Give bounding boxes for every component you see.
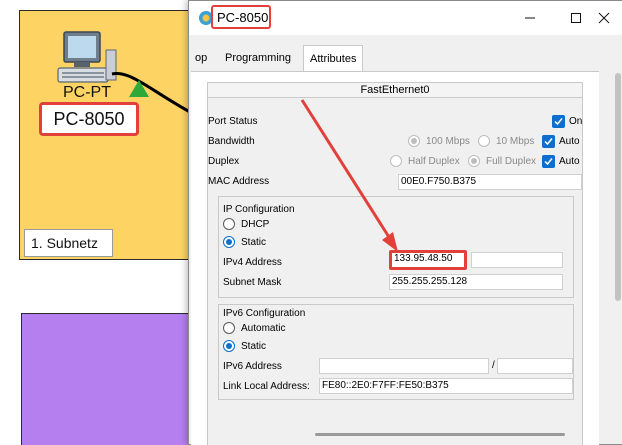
ipv6-config-title: IPv6 Configuration (223, 308, 306, 319)
ipv6-prefix-separator: / (492, 360, 495, 371)
tab-attributes[interactable]: Attributes (303, 45, 364, 71)
bandwidth-100-label: 100 Mbps (426, 136, 470, 147)
bandwidth-auto-checkbox[interactable] (542, 135, 555, 148)
horizontal-scrollbar[interactable] (315, 433, 565, 436)
duplex-label: Duplex (208, 156, 240, 167)
checkmark-icon (544, 158, 553, 166)
link-local-address-label: Link Local Address: (223, 381, 310, 392)
ipv6-static-radio[interactable] (223, 340, 235, 352)
config-panel: FastEthernet0 Port Status On Bandwidth 1… (191, 71, 599, 445)
port-status-label: Port Status (208, 116, 258, 127)
close-button[interactable] (581, 1, 622, 35)
title-bar[interactable]: PC-8050 (189, 1, 622, 35)
device-name-label[interactable]: PC-8050 (39, 102, 139, 136)
duplex-auto-checkbox[interactable] (542, 155, 555, 168)
static-radio[interactable] (223, 236, 235, 248)
mac-address-field[interactable]: 00E0.F750.B375 (398, 174, 582, 190)
ipv4-address-field[interactable]: 133.95.48.50 (389, 250, 467, 270)
bandwidth-10-label: 10 Mbps (496, 136, 535, 147)
static-label: Static (241, 237, 267, 248)
checkmark-icon (544, 138, 553, 146)
ipv6-automatic-label: Automatic (241, 323, 286, 334)
port-status-on-label: On (569, 116, 583, 127)
vertical-scrollbar[interactable] (615, 73, 621, 301)
bandwidth-100-radio[interactable] (408, 135, 420, 147)
device-config-window: PC-8050 op Programming Attributes FastEt… (188, 0, 622, 445)
bandwidth-10-radio[interactable] (478, 135, 490, 147)
subnet-mask-field[interactable]: 255.255.255.128 (389, 274, 563, 290)
ipv6-address-field[interactable] (319, 358, 489, 374)
link-local-address-field[interactable]: FE80::2E0:F7FF:FE50:B375 (319, 378, 573, 394)
interface-header: FastEthernet0 (207, 82, 583, 98)
subnet-label: 1. Subnetz (24, 229, 113, 257)
half-duplex-radio[interactable] (390, 155, 402, 167)
dhcp-radio[interactable] (223, 218, 235, 230)
port-status-checkbox[interactable] (552, 115, 565, 128)
ipv6-prefix-field[interactable] (497, 358, 573, 374)
ipv6-automatic-radio[interactable] (223, 322, 235, 334)
ipv6-configuration-group: IPv6 Configuration Automatic Static IPv6… (218, 304, 574, 400)
tab-programming[interactable]: Programming (219, 45, 297, 71)
tab-bar: op Programming Attributes (189, 41, 622, 71)
half-duplex-label: Half Duplex (408, 156, 460, 167)
bandwidth-label: Bandwidth (208, 136, 255, 147)
device-type-label: PC-PT (63, 84, 111, 101)
subnet-area-2 (21, 313, 201, 445)
close-icon (598, 12, 610, 24)
subnet-mask-label: Subnet Mask (223, 277, 282, 288)
full-duplex-label: Full Duplex (486, 156, 537, 167)
checkmark-icon (554, 118, 563, 126)
screen: PC-PT PC-8050 1. Subnetz PC-8050 op Prog… (0, 0, 622, 445)
tab-desktop[interactable]: op (189, 45, 213, 71)
bandwidth-auto-label: Auto (559, 136, 580, 147)
duplex-auto-label: Auto (559, 156, 580, 167)
ipv4-address-label: IPv4 Address (223, 257, 282, 268)
ip-configuration-group: IP Configuration DHCP Static IPv4 Addres… (218, 196, 574, 298)
dhcp-label: DHCP (241, 219, 270, 230)
ipv6-static-label: Static (241, 341, 267, 352)
link-status-indicator (129, 80, 149, 97)
minimize-icon (525, 17, 535, 19)
interface-settings: Port Status On Bandwidth 100 Mbps 10 Mbp… (207, 98, 583, 445)
full-duplex-radio[interactable] (468, 155, 480, 167)
ip-config-title: IP Configuration (223, 204, 295, 215)
ipv6-address-label: IPv6 Address (223, 361, 282, 372)
ipv4-address-field-extension (471, 252, 563, 268)
minimize-button[interactable] (507, 1, 553, 35)
mac-address-label: MAC Address (208, 176, 270, 187)
window-title: PC-8050 (217, 10, 269, 25)
pc-device-icon[interactable] (52, 30, 122, 86)
